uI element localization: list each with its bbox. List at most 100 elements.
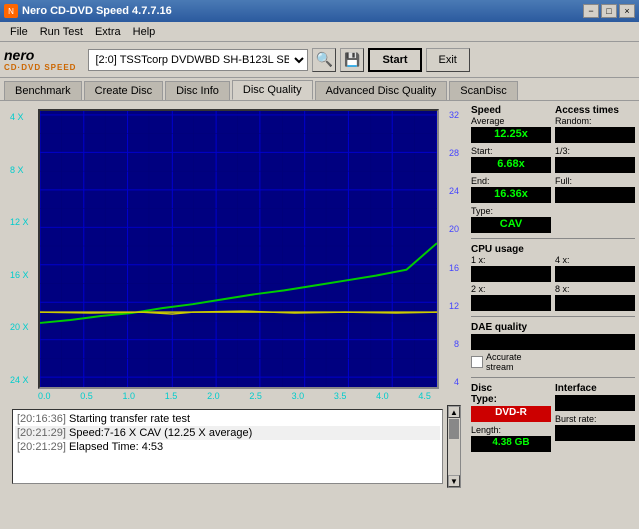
random-label: Random:: [555, 116, 635, 126]
exit-button[interactable]: Exit: [426, 48, 470, 72]
x-val-15: 1.5: [165, 391, 178, 401]
menu-run-test[interactable]: Run Test: [34, 24, 89, 40]
cpu-8x-label: 8 x:: [555, 284, 635, 294]
chart-area: 24 X 20 X 16 X 12 X 8 X 4 X: [0, 101, 469, 529]
cpu-left: 1 x: 2 x:: [471, 255, 551, 311]
type-label: Type:: [471, 206, 551, 216]
tab-disc-info[interactable]: Disc Info: [165, 81, 230, 100]
dae-panel: DAE quality Accurate stream: [471, 322, 635, 372]
right-panel: Speed Average 12.25x Start: 6.68x End: 1…: [469, 101, 639, 529]
tab-create-disc[interactable]: Create Disc: [84, 81, 163, 100]
cpu-panel: CPU usage 1 x: 2 x: 4 x: 8 x:: [471, 244, 635, 311]
disc-interface-row: Disc Type: DVD-R Length: 4.38 GB Interfa…: [471, 383, 635, 452]
start-label: Start:: [471, 146, 551, 156]
y-right-16: 16: [449, 264, 459, 273]
tab-advanced-disc-quality[interactable]: Advanced Disc Quality: [315, 81, 448, 100]
end-label: End:: [471, 176, 551, 186]
main-content: 24 X 20 X 16 X 12 X 8 X 4 X: [0, 100, 639, 529]
y-left-4: 4 X: [10, 113, 36, 122]
cpu-right: 4 x: 8 x:: [555, 255, 635, 311]
y-left-12: 12 X: [10, 218, 36, 227]
speed-title: Speed: [471, 105, 551, 116]
chart-outer: 24 X 20 X 16 X 12 X 8 X 4 X: [8, 109, 461, 401]
cpu-rows: 1 x: 2 x: 4 x: 8 x:: [471, 255, 635, 311]
accurate-stream-checkbox[interactable]: [471, 356, 483, 368]
log-area: [20:16:36] Starting transfer rate test […: [12, 409, 443, 484]
x-val-3: 3.0: [292, 391, 305, 401]
x-val-2: 2.0: [207, 391, 220, 401]
log-item-1: [20:16:36] Starting transfer rate test: [15, 412, 440, 426]
tab-scan-disc[interactable]: ScanDisc: [449, 81, 517, 100]
full-value: [555, 187, 635, 203]
title-bar-buttons: − □ ×: [583, 4, 635, 18]
close-button[interactable]: ×: [619, 4, 635, 18]
random-value: [555, 127, 635, 143]
chart-svg: [40, 111, 437, 387]
disc-type-title: Disc Type:: [471, 383, 551, 405]
x-val-35: 3.5: [334, 391, 347, 401]
y-right-20: 20: [449, 225, 459, 234]
onethird-value: [555, 157, 635, 173]
speed-panel: Speed Average 12.25x Start: 6.68x End: 1…: [471, 105, 551, 233]
cpu-title: CPU usage: [471, 244, 635, 255]
divider-1: [471, 238, 635, 239]
drive-select[interactable]: [2:0] TSSTcorp DVDWBD SH-B123L SB04: [88, 49, 308, 71]
accurate-label: Accurate stream: [486, 352, 522, 372]
log-text-3: Elapsed Time: 4:53: [69, 441, 163, 453]
toolbar: nero CD·DVD SPEED [2:0] TSSTcorp DVDWBD …: [0, 42, 639, 78]
divider-3: [471, 377, 635, 378]
cpu-8x-value: [555, 295, 635, 311]
x-val-0: 0.0: [38, 391, 51, 401]
toolbar-scan-button[interactable]: 🔍: [312, 48, 336, 72]
y-left-24: 24 X: [10, 376, 36, 385]
tabs: Benchmark Create Disc Disc Info Disc Qua…: [0, 78, 639, 100]
top-panels: Speed Average 12.25x Start: 6.68x End: 1…: [471, 105, 635, 233]
tab-disc-quality[interactable]: Disc Quality: [232, 80, 313, 100]
cpu-2x-label: 2 x:: [471, 284, 551, 294]
scroll-thumb[interactable]: [449, 419, 459, 439]
log-time-1: [20:16:36]: [17, 413, 66, 425]
menu-file[interactable]: File: [4, 24, 34, 40]
cpu-1x-value: [471, 266, 551, 282]
scroll-down[interactable]: ▼: [448, 475, 460, 487]
disc-length-value: 4.38 GB: [471, 436, 551, 452]
log-container: [20:16:36] Starting transfer rate test […: [8, 405, 461, 488]
burst-label: Burst rate:: [555, 414, 635, 424]
scroll-track: [448, 418, 460, 475]
access-panel: Access times Random: 1/3: Full:: [555, 105, 635, 233]
x-val-05: 0.5: [80, 391, 93, 401]
x-axis: 0.0 0.5 1.0 1.5 2.0 2.5 3.0 3.5 4.0 4.5: [8, 389, 461, 401]
x-val-45: 4.5: [418, 391, 431, 401]
log-time-2: [20:21:29]: [17, 427, 66, 439]
y-right-8: 8: [449, 340, 459, 349]
scroll-up[interactable]: ▲: [448, 406, 460, 418]
toolbar-save-button[interactable]: 💾: [340, 48, 364, 72]
menu-help[interactable]: Help: [127, 24, 162, 40]
disc-type-value: DVD-R: [471, 406, 551, 422]
dae-title: DAE quality: [471, 322, 635, 333]
maximize-button[interactable]: □: [601, 4, 617, 18]
y-left-16: 16 X: [10, 271, 36, 280]
average-label: Average: [471, 116, 551, 126]
log-time-3: [20:21:29]: [17, 441, 66, 453]
log-scrollbar[interactable]: ▲ ▼: [447, 405, 461, 488]
average-value: 12.25x: [471, 127, 551, 143]
divider-2: [471, 316, 635, 317]
menu-extra[interactable]: Extra: [89, 24, 127, 40]
app-icon: N: [4, 4, 18, 18]
minimize-button[interactable]: −: [583, 4, 599, 18]
disc-length-label: Length:: [471, 425, 551, 435]
title-bar-text: Nero CD-DVD Speed 4.7.7.16: [22, 5, 172, 17]
log-item-3: [20:21:29] Elapsed Time: 4:53: [15, 440, 440, 454]
cpu-4x-label: 4 x:: [555, 255, 635, 265]
accurate-stream-row: Accurate stream: [471, 352, 635, 372]
tab-benchmark[interactable]: Benchmark: [4, 81, 82, 100]
x-val-4: 4.0: [376, 391, 389, 401]
logo-speed: CD·DVD SPEED: [4, 63, 76, 72]
interface-value: [555, 395, 635, 411]
start-button[interactable]: Start: [368, 48, 421, 72]
type-value: CAV: [471, 217, 551, 233]
menu-bar: File Run Test Extra Help: [0, 22, 639, 42]
full-label: Full:: [555, 176, 635, 186]
y-axis-left: 24 X 20 X 16 X 12 X 8 X 4 X: [8, 109, 38, 389]
